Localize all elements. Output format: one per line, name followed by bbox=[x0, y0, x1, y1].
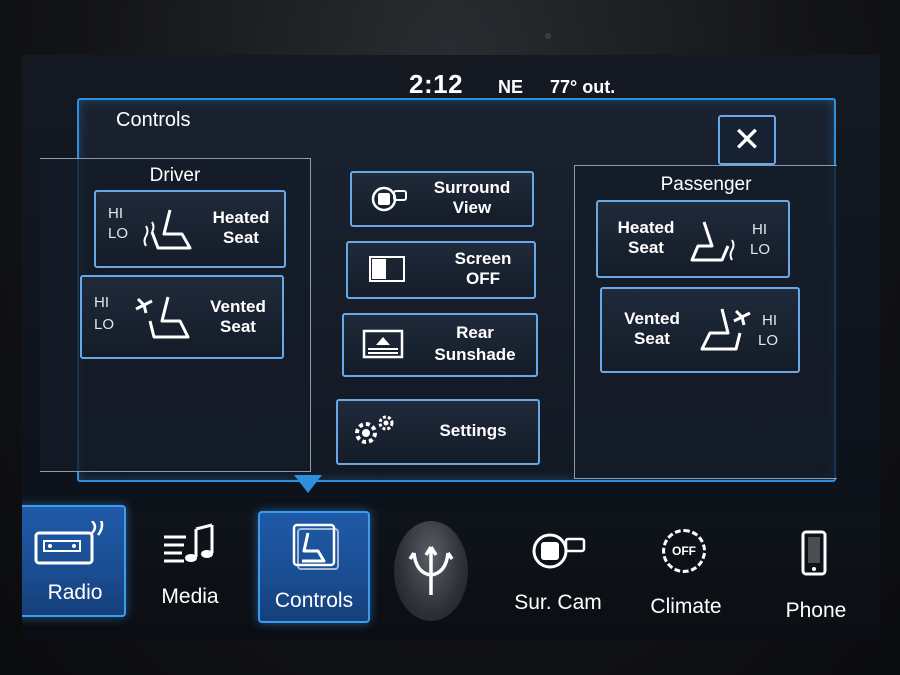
driver-title: Driver bbox=[149, 165, 201, 186]
trident-logo-icon bbox=[408, 546, 454, 595]
heated-seat-icon bbox=[143, 209, 192, 250]
passenger-heat-hi: HI bbox=[752, 221, 767, 238]
active-tab-pointer bbox=[294, 475, 322, 493]
rear-sunshade-button[interactable]: Rear Sunshade bbox=[342, 313, 538, 377]
radio-icon bbox=[34, 521, 104, 565]
settings-label: Settings bbox=[439, 421, 507, 440]
close-button[interactable]: ✕ bbox=[718, 115, 776, 165]
passenger-heat-lo: LO bbox=[750, 241, 771, 258]
panel-title: Controls bbox=[116, 109, 191, 131]
vented-seat-icon bbox=[135, 296, 190, 339]
passenger-heated-label-1: Heated bbox=[617, 218, 675, 237]
nav-radio[interactable]: Radio bbox=[22, 505, 126, 617]
passenger-vented-label-2: Seat bbox=[634, 329, 670, 348]
controls-label: Controls bbox=[274, 589, 354, 612]
home-trident-button[interactable] bbox=[394, 521, 468, 621]
clock: 2:12 bbox=[409, 69, 464, 99]
surround-view-icon bbox=[371, 186, 407, 212]
radio-label: Radio bbox=[47, 581, 103, 604]
screen-off-icon bbox=[369, 256, 405, 282]
climate-label: Climate bbox=[650, 595, 722, 618]
rear-sunshade-label-2: Sunshade bbox=[434, 345, 516, 364]
passenger-vented-label-1: Vented bbox=[624, 309, 680, 328]
rear-sunshade-label-1: Rear bbox=[456, 323, 494, 342]
nav-phone[interactable]: Phone bbox=[766, 519, 866, 627]
passenger-vented-seat-button[interactable]: Vented Seat HI LO bbox=[600, 287, 800, 373]
heated-seat-label-1: Heated bbox=[212, 208, 270, 227]
nav-climate[interactable]: OFF Climate bbox=[634, 515, 738, 623]
touchscreen: 2:12 NE 77° out. Controls ✕ Driver HI LO… bbox=[22, 55, 880, 640]
outside-temperature: 77° out. bbox=[550, 77, 616, 97]
heat-level-hi: HI bbox=[108, 205, 123, 222]
phone-icon bbox=[801, 530, 827, 576]
driver-heated-seat-button[interactable]: HI LO Heated Seat bbox=[94, 190, 286, 268]
screen-off-label-1: Screen bbox=[454, 249, 512, 268]
nav-sur-cam[interactable]: Sur. Cam bbox=[498, 515, 618, 623]
vent-level-lo: LO bbox=[94, 316, 115, 333]
screen-off-label-2: OFF bbox=[466, 269, 500, 288]
nav-controls[interactable]: Controls bbox=[258, 511, 370, 623]
driver-vented-seat-button[interactable]: HI LO Vented Seat bbox=[80, 275, 284, 359]
passenger-vent-hi: HI bbox=[762, 312, 777, 329]
controls-seat-icon bbox=[292, 523, 339, 570]
rear-sunshade-icon bbox=[362, 329, 404, 359]
media-label: Media bbox=[161, 585, 219, 608]
vented-seat-label-1: Vented bbox=[210, 297, 266, 316]
passenger-vented-seat-icon bbox=[700, 308, 751, 351]
climate-off-icon: OFF bbox=[662, 529, 706, 573]
surround-view-label-1: Surround bbox=[433, 178, 511, 197]
close-icon: ✕ bbox=[732, 121, 762, 159]
media-music-icon bbox=[164, 523, 214, 563]
sur-cam-icon bbox=[532, 533, 586, 569]
passenger-heated-seat-icon bbox=[690, 221, 735, 262]
sur-cam-label: Sur. Cam bbox=[514, 591, 602, 614]
status-bar: 2:12 NE 77° out. bbox=[22, 65, 880, 99]
passenger-vent-lo: LO bbox=[758, 332, 779, 349]
heated-seat-label-2: Seat bbox=[223, 228, 259, 247]
surround-view-button[interactable]: Surround View bbox=[350, 171, 534, 227]
settings-button[interactable]: Settings bbox=[336, 399, 540, 465]
compass-heading: NE bbox=[498, 77, 524, 97]
nav-media[interactable]: Media bbox=[140, 511, 240, 619]
ambient-sensor bbox=[545, 33, 551, 39]
vented-seat-label-2: Seat bbox=[220, 317, 256, 336]
screen-off-button[interactable]: Screen OFF bbox=[346, 241, 536, 299]
settings-gears-icon bbox=[355, 415, 394, 444]
surround-view-label-2: View bbox=[452, 198, 492, 217]
climate-off-badge: OFF bbox=[672, 544, 696, 558]
phone-label: Phone bbox=[785, 599, 847, 622]
vent-level-hi: HI bbox=[94, 294, 109, 311]
heat-level-lo: LO bbox=[108, 225, 129, 242]
passenger-title: Passenger bbox=[660, 174, 752, 195]
passenger-heated-seat-button[interactable]: Heated Seat HI LO bbox=[596, 200, 790, 278]
passenger-heated-label-2: Seat bbox=[628, 238, 664, 257]
